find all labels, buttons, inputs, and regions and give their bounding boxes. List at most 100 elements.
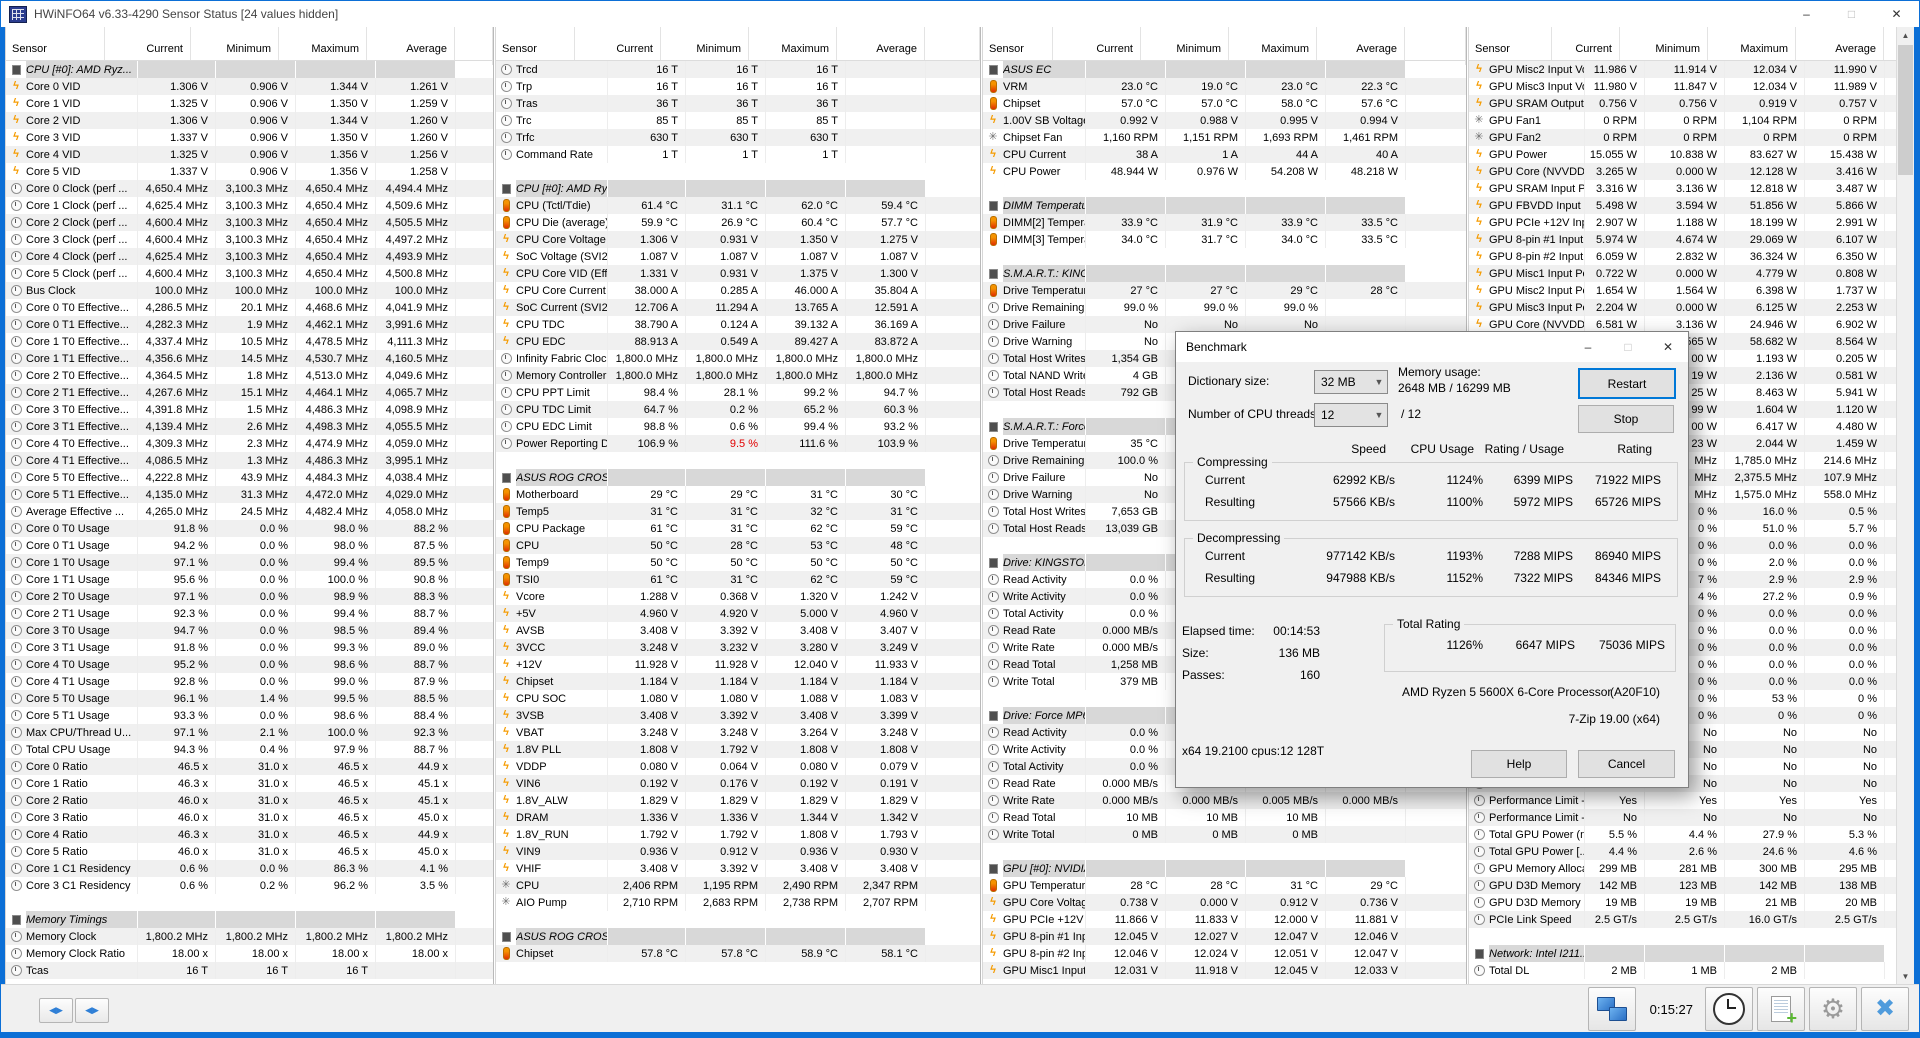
sensor-row[interactable]: ϟGPU SRAM Output ...0.756 V0.756 V0.919 … xyxy=(1469,95,1899,112)
column-header-average[interactable]: Average xyxy=(1317,27,1405,60)
sensor-row[interactable]: ϟ GPU 8-pin #2 Input... 6.059 W 2.832 W 36.3… xyxy=(1469,248,1899,265)
maximize-button[interactable]: □ xyxy=(1829,1,1874,27)
sensor-row[interactable]: Core 4 T1 Usage 92.8 % 0.0 % 99.0 % 87.9 % xyxy=(6,673,493,690)
column-header-minimum[interactable]: Minimum xyxy=(1620,27,1708,60)
sensor-row[interactable]: ϟ Vcore 1.288 V 0.368 V 1.320 V 1.242 V xyxy=(496,588,980,605)
scroll-up-icon[interactable]: ▲ xyxy=(1897,27,1914,44)
cancel-button[interactable]: Cancel xyxy=(1578,750,1675,778)
column-header-minimum[interactable]: Minimum xyxy=(1141,27,1229,60)
column-header-current[interactable]: Current xyxy=(575,27,661,60)
sensor-row[interactable]: ϟ CPU TDC 38.790 A 0.124 A 39.132 A 36.169 A xyxy=(496,316,980,333)
sensor-row[interactable]: Infinity Fabric Clock...1,800.0 MHz1,800… xyxy=(496,350,980,367)
sensor-row[interactable]: Core 1 T0 Usage 97.1 % 0.0 % 99.4 % 89.5 % xyxy=(6,554,493,571)
help-button[interactable]: Help xyxy=(1471,750,1567,778)
sensor-row[interactable]: Total CPU Usage 94.3 % 0.4 % 97.9 % 88.7 % xyxy=(6,741,493,758)
sensor-row[interactable]: Core 1 T1 Effective... 4,356.6 MHz 14.5 MH… xyxy=(6,350,493,367)
sensor-row[interactable]: ϟ DRAM 1.336 V 1.336 V 1.344 V 1.342 V xyxy=(496,809,980,826)
sensor-row[interactable]: ϟ 1.00V SB Voltage 0.992 V 0.988 V 0.995 V 0.… xyxy=(983,112,1466,129)
sensor-row[interactable]: GPU D3D Memory D...142 MB123 MB142 MB138… xyxy=(1469,877,1899,894)
sensor-row[interactable]: Trcd 16 T 16 T 16 T xyxy=(496,61,980,78)
column-header-minimum[interactable]: Minimum xyxy=(191,27,279,60)
sensor-row[interactable]: Core 0 T0 Usage 91.8 % 0.0 % 98.0 % 88.2 % xyxy=(6,520,493,537)
sensor-row[interactable]: Core 3 T1 Effective... 4,139.4 MHz 2.6 MHz… xyxy=(6,418,493,435)
sensor-row[interactable]: Core 3 T0 Effective... 4,391.8 MHz 1.5 MHz… xyxy=(6,401,493,418)
sensor-row[interactable]: Average Effective ... 4,265.0 MHz 24.5 MHz… xyxy=(6,503,493,520)
sensor-row[interactable]: Core 5 T0 Effective... 4,222.8 MHz 43.9 MH… xyxy=(6,469,493,486)
sensor-row[interactable]: Chipset 57.8 °C 57.8 °C 58.9 °C 58.1 °C xyxy=(496,945,980,962)
sensor-row[interactable]: Core 2 T0 Effective... 4,364.5 MHz 1.8 MHz… xyxy=(6,367,493,384)
sensor-row[interactable]: ϟGPU Misc3 Input Vol...11.980 V11.847 V1… xyxy=(1469,78,1899,95)
sensor-row[interactable]: ϟ 1.8V PLL 1.808 V 1.792 V 1.808 V 1.808 V xyxy=(496,741,980,758)
sensor-row[interactable]: Memory Clock Ratio 18.00 x 18.00 x 18.00 x1… xyxy=(6,945,493,962)
sensor-row[interactable]: Temp5 31 °C 31 °C 32 °C 31 °C xyxy=(496,503,980,520)
sensor-row[interactable]: ϟGPU 8-pin #2 Input...12.046 V12.024 V12… xyxy=(983,945,1466,962)
sensor-row[interactable]: VRM 23.0 °C 19.0 °C 23.0 °C 22.3 °C xyxy=(983,78,1466,95)
column-header-maximum[interactable]: Maximum xyxy=(279,27,367,60)
column-header-sensor[interactable]: Sensor xyxy=(6,27,105,60)
sensor-row[interactable]: Power Reporting D... 106.9 % 9.5 % 111.6 % 1… xyxy=(496,435,980,452)
sensor-row[interactable]: Trfc 630 T 630 T 630 T xyxy=(496,129,980,146)
benchmark-minimize-button[interactable]: – xyxy=(1568,332,1608,362)
sensor-row[interactable]: Core 1 Clock (perf ... 4,625.4 MHz 3,100.3… xyxy=(6,197,493,214)
sensor-row[interactable]: Trc 85 T 85 T 85 T xyxy=(496,112,980,129)
sensor-row[interactable]: Command Rate 1 T1 T1 T xyxy=(496,146,980,163)
report-button[interactable] xyxy=(1757,987,1805,1031)
sensor-row[interactable]: Core 2 Clock (perf ... 4,600.4 MHz 3,100.3… xyxy=(6,214,493,231)
sensor-row[interactable]: Core 3 Clock (perf ... 4,600.4 MHz 3,100.3… xyxy=(6,231,493,248)
sensor-row[interactable]: Core 4 T1 Effective... 4,086.5 MHz 1.3 MHz… xyxy=(6,452,493,469)
section-header-row[interactable]: DIMM Temperature ... xyxy=(983,197,1466,214)
sensor-row[interactable]: Core 2 T1 Effective... 4,267.6 MHz 15.1 MH… xyxy=(6,384,493,401)
benchmark-close-button[interactable]: ✕ xyxy=(1648,332,1688,362)
sensor-row[interactable]: Read Total 10 MB 10 MB 10 MB xyxy=(983,809,1466,826)
sensor-row[interactable]: CPU TDC Limit 64.7 % 0.2 % 65.2 % 60.3 % xyxy=(496,401,980,418)
sensor-row[interactable]: Bus Clock 100.0 MHz 100.0 MHz 100.0 MHz 100.… xyxy=(6,282,493,299)
sensor-row[interactable]: ϟ VBAT 3.248 V 3.248 V 3.264 V 3.248 V xyxy=(496,724,980,741)
section-header-row[interactable]: Network: Intel I211... xyxy=(1469,945,1899,962)
close-button[interactable]: ✕ xyxy=(1874,1,1919,27)
sensor-row[interactable]: ϟ CPU Core Current (...38.000 A0.285 A46.… xyxy=(496,282,980,299)
section-header-row[interactable]: CPU [#0]: AMD Ryz... xyxy=(496,180,980,197)
dictionary-size-select[interactable]: 32 MB ▼ xyxy=(1314,370,1388,394)
column-header-current[interactable]: Current xyxy=(105,27,191,60)
sensor-row[interactable]: Core 0 Clock (perf ... 4,650.4 MHz 3,100.3… xyxy=(6,180,493,197)
column-header-average[interactable]: Average xyxy=(367,27,455,60)
sensor-row[interactable]: ϟ CPU Current 38 A1 A 44 A 40 A xyxy=(983,146,1466,163)
sensor-row[interactable]: TSI0 61 °C 31 °C 62 °C 59 °C xyxy=(496,571,980,588)
section-header-row[interactable]: CPU [#0]: AMD Ryz... xyxy=(6,61,493,78)
sensor-row[interactable]: Core 1 Ratio 46.3 x 31.0 x 46.5 x 45.1 x xyxy=(6,775,493,792)
sensor-row[interactable]: ✳ GPU Fan2 0 RPM 0 RPM 0 RPM 0 RPM xyxy=(1469,129,1899,146)
sensor-row[interactable]: ϟ Core 2 VID 1.306 V 0.906 V 1.344 V 1.260 V xyxy=(6,112,493,129)
sensor-row[interactable]: GPU Memory Alloca...299 MB281 MB300 MB29… xyxy=(1469,860,1899,877)
sensor-row[interactable]: Core 4 Ratio 46.3 x 31.0 x 46.5 x 44.9 x xyxy=(6,826,493,843)
minimize-button[interactable]: – xyxy=(1784,1,1829,27)
sensor-row[interactable]: ϟ 1.8V_RUN 1.792 V 1.792 V 1.808 V 1.793 V xyxy=(496,826,980,843)
sensor-row[interactable]: ϟ CPU Core VID (Effe...1.331 V0.931 V1.37… xyxy=(496,265,980,282)
sensor-row[interactable]: Max CPU/Thread U... 97.1 % 2.1 % 100.0 % 92.… xyxy=(6,724,493,741)
sensor-row[interactable]: ϟ VIN6 0.192 V 0.176 V 0.192 V 0.191 V xyxy=(496,775,980,792)
sensor-row[interactable]: ϟ CPU Power 48.944 W 0.976 W 54.208 W 48.218 … xyxy=(983,163,1466,180)
sensor-row[interactable]: ϟ SoC Current (SVI2 ...12.706 A11.294 A13… xyxy=(496,299,980,316)
sensor-row[interactable]: ϟ 1.8V_ALW 1.829 V 1.829 V 1.829 V 1.829 V xyxy=(496,792,980,809)
sensor-row[interactable]: ϟGPU 8-pin #1 Input...12.045 V12.027 V12… xyxy=(983,928,1466,945)
section-header-row[interactable]: GPU [#0]: NVIDIA ... xyxy=(983,860,1466,877)
clock-button[interactable] xyxy=(1705,987,1753,1031)
sensor-row[interactable]: Core 3 Ratio 46.0 x 31.0 x 46.5 x 45.0 x xyxy=(6,809,493,826)
restart-button[interactable]: Restart xyxy=(1578,368,1676,399)
column-header-current[interactable]: Current xyxy=(1053,27,1141,60)
sensor-row[interactable]: ϟ Chipset 1.184 V 1.184 V 1.184 V 1.184 V xyxy=(496,673,980,690)
sensor-row[interactable]: Write Total 0 MB 0 MB 0 MB xyxy=(983,826,1466,843)
sensor-row[interactable]: Core 0 Ratio 46.5 x 31.0 x 46.5 x 44.9 x xyxy=(6,758,493,775)
sensor-row[interactable]: Motherboard 29 °C 29 °C 31 °C 30 °C xyxy=(496,486,980,503)
sensor-row[interactable]: ϟ GPU PCIe +12V Inp...11.866 V11.833 V12.… xyxy=(983,911,1466,928)
sensor-row[interactable]: ϟ CPU Core Voltage (...1.306 V0.931 V1.35… xyxy=(496,231,980,248)
stop-button[interactable]: Stop xyxy=(1578,405,1674,433)
sensor-row[interactable]: GPU D3D Memory D...19 MB19 MB21 MB20 MB xyxy=(1469,894,1899,911)
sensor-row[interactable]: Core 5 T0 Usage 96.1 % 1.4 % 99.5 % 88.5 % xyxy=(6,690,493,707)
sensor-row[interactable]: Total GPU Power [... 4.4 % 2.6 % 24.6 % 4.6 … xyxy=(1469,843,1899,860)
sensor-row[interactable]: DIMM[2] Temperature33.9 °C31.9 °C33.9 °C… xyxy=(983,214,1466,231)
exit-button[interactable]: ✖ xyxy=(1861,987,1909,1031)
sensor-row[interactable]: ϟSoC Voltage (SVI2 ...1.087 V1.087 V1.08… xyxy=(496,248,980,265)
scroll-down-icon[interactable]: ▼ xyxy=(1897,968,1914,985)
sensor-row[interactable]: ϟ +5V 4.960 V 4.920 V 5.000 V 4.960 V xyxy=(496,605,980,622)
column-header-minimum[interactable]: Minimum xyxy=(661,27,749,60)
